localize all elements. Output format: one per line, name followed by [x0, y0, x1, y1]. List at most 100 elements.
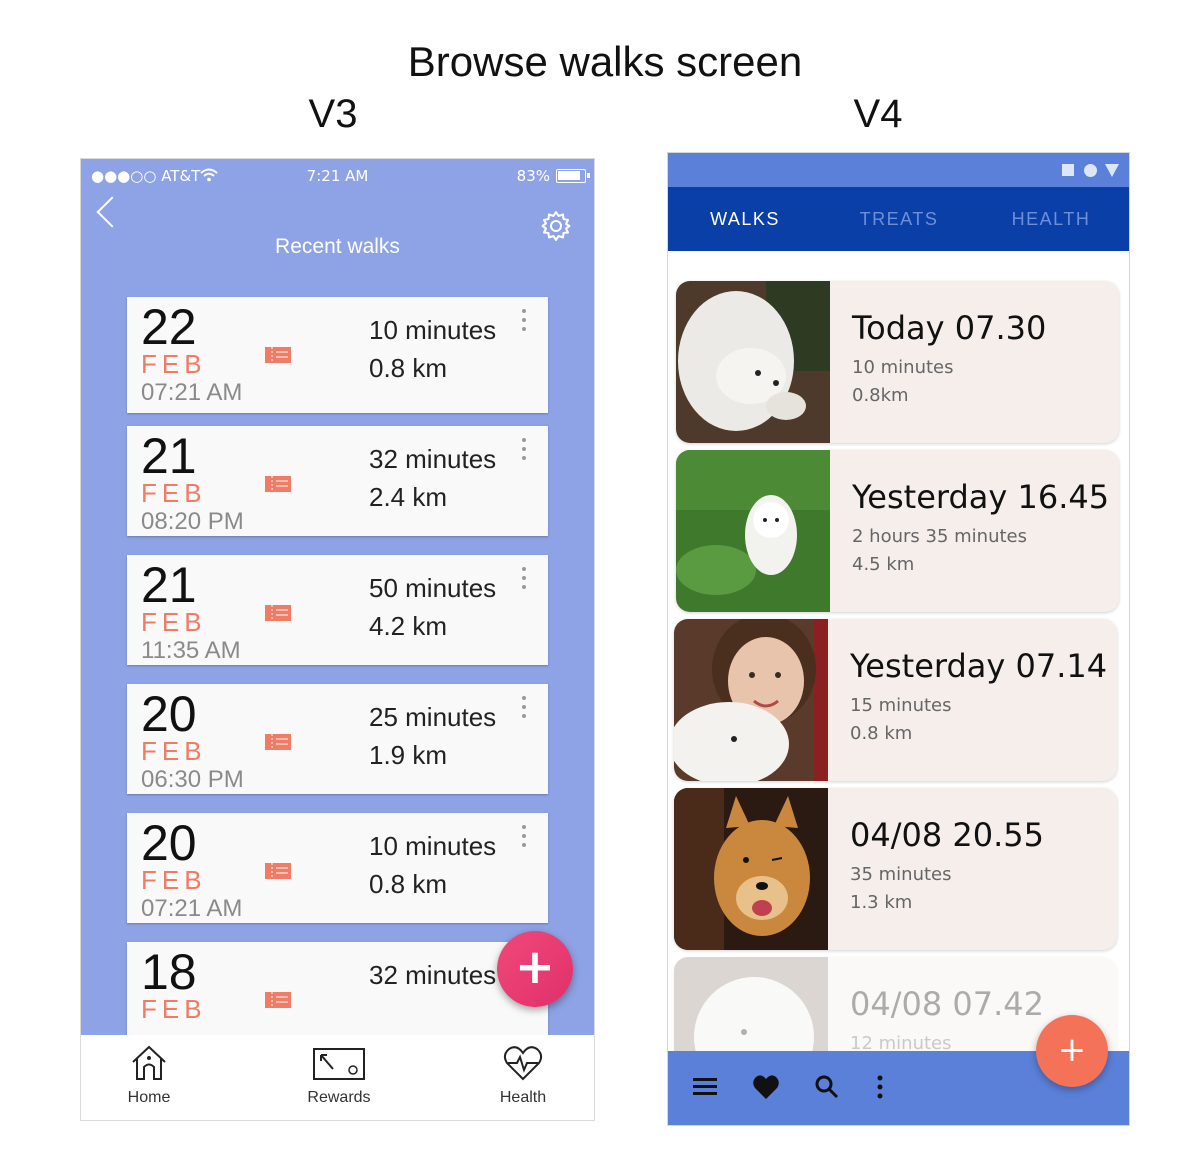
more-options-icon[interactable] — [522, 309, 528, 336]
more-options-icon[interactable] — [522, 438, 528, 465]
screen-title: Recent walks — [275, 235, 400, 258]
walk-distance: 0.8 km — [850, 723, 913, 744]
reward-ticket-icon — [265, 476, 291, 492]
walk-distance: 0.8km — [852, 385, 909, 406]
walk-title: 04/08 20.55 — [850, 816, 1044, 854]
walk-card[interactable]: 20 FEB 07:21 AM 10 minutes 0.8 km — [127, 813, 548, 923]
walk-distance: 2.4 km — [369, 482, 448, 512]
walk-time: 11:35 AM — [141, 637, 241, 664]
page-heading: Browse walks screen — [407, 38, 803, 85]
square-status-icon — [1062, 164, 1074, 176]
walk-distance: 4.2 km — [369, 611, 448, 641]
status-bar: ●●●○○ AT&T 7:21 AM 83% — [81, 159, 594, 193]
walk-duration: 25 minutes — [369, 702, 497, 732]
heart-pulse-icon — [503, 1046, 543, 1081]
walk-day: 20 — [141, 686, 197, 742]
walk-duration: 10 minutes — [369, 831, 497, 861]
walk-duration: 10 minutes — [852, 357, 954, 378]
tab-bar: WALKS TREATS HEALTH — [668, 187, 1129, 251]
walk-month: FEB — [141, 994, 207, 1024]
walk-time: 07:21 AM — [141, 895, 243, 922]
version-label-v3: V3 — [308, 92, 358, 136]
walk-distance: 0.8 km — [369, 869, 448, 899]
walk-card[interactable]: 21 FEB 08:20 PM 32 minutes 2.4 km — [127, 426, 548, 536]
walk-card[interactable]: Yesterday 16.45 2 hours 35 minutes 4.5 k… — [676, 450, 1119, 612]
reward-ticket-icon — [265, 992, 291, 1008]
battery-percent: 83% — [516, 167, 550, 185]
walk-card[interactable]: 22 FEB 07:21 AM 10 minutes 0.8 km — [127, 297, 548, 413]
add-walk-button[interactable]: + — [497, 931, 573, 1007]
nav-rewards-label: Rewards — [307, 1089, 371, 1106]
v4-phone-screen: WALKS TREATS HEALTH Today 07.30 10 minut… — [667, 152, 1130, 1126]
status-bar — [668, 153, 1129, 187]
walk-distance: 1.3 km — [850, 892, 913, 913]
walk-title: Today 07.30 — [852, 309, 1047, 347]
more-options-icon[interactable] — [522, 567, 528, 594]
walk-card[interactable]: 20 FEB 06:30 PM 25 minutes 1.9 km — [127, 684, 548, 794]
tab-walks[interactable]: WALKS — [668, 209, 822, 230]
nav-rewards[interactable]: Rewards — [279, 1043, 399, 1107]
back-chevron-icon[interactable] — [96, 196, 128, 228]
nav-health-label: Health — [499, 1089, 547, 1106]
walk-card[interactable]: Today 07.30 10 minutes 0.8km — [676, 281, 1119, 443]
walk-duration: 35 minutes — [850, 864, 952, 885]
bottom-tab-bar: Home Rewards Health — [81, 1035, 594, 1120]
more-vert-icon[interactable] — [874, 1073, 886, 1101]
walk-day: 21 — [141, 557, 197, 613]
walk-card[interactable]: 04/08 20.55 35 minutes 1.3 km — [674, 788, 1117, 950]
walk-time: 07:21 AM — [141, 379, 243, 406]
dog-photo — [676, 450, 830, 612]
reward-ticket-icon — [265, 734, 291, 750]
circle-status-icon — [1084, 164, 1097, 177]
dog-photo — [676, 281, 830, 443]
walk-day: 22 — [141, 299, 197, 355]
walk-duration: 32 minutes — [369, 444, 497, 474]
walk-title: 04/08 07.42 — [850, 985, 1044, 1023]
walk-distance: 0.8 km — [369, 353, 448, 383]
gear-icon[interactable] — [539, 209, 573, 243]
walk-duration: 32 minutes — [369, 960, 497, 990]
walk-duration: 10 minutes — [369, 315, 497, 345]
walk-day: 18 — [141, 944, 197, 1000]
walk-title: Yesterday 16.45 — [852, 478, 1110, 516]
reward-ticket-icon — [265, 863, 291, 879]
v3-phone-screen: ●●●○○ AT&T 7:21 AM 83% Recent walks 22 F… — [80, 158, 595, 1121]
reward-ticket-icon — [265, 347, 291, 363]
walk-day: 21 — [141, 428, 197, 484]
dog-photo — [674, 788, 828, 950]
walk-duration: 2 hours 35 minutes — [852, 526, 1027, 547]
walk-month: FEB — [141, 607, 207, 637]
nav-home-label: Home — [127, 1089, 171, 1106]
walk-card[interactable]: Yesterday 07.14 15 minutes 0.8 km — [674, 619, 1117, 781]
woman-with-dog-photo — [674, 619, 828, 781]
walk-month: FEB — [141, 349, 207, 379]
walk-title: Yesterday 07.14 — [850, 647, 1108, 685]
walk-time: 06:30 PM — [141, 766, 244, 793]
version-label-v4: V4 — [853, 92, 903, 136]
reward-ticket-icon — [265, 605, 291, 621]
nav-health[interactable]: Health — [463, 1043, 583, 1107]
walk-month: FEB — [141, 736, 207, 766]
walk-distance: 4.5 km — [852, 554, 915, 575]
walk-distance: 1.9 km — [369, 740, 448, 770]
nav-home[interactable]: Home — [89, 1043, 209, 1107]
add-walk-button[interactable]: + — [1036, 1015, 1108, 1087]
walk-time: 08:20 PM — [141, 508, 244, 535]
walk-duration: 15 minutes — [850, 695, 952, 716]
heart-icon[interactable] — [752, 1073, 780, 1101]
triangle-status-icon — [1105, 164, 1119, 177]
rewards-icon — [313, 1048, 365, 1080]
home-icon — [132, 1045, 166, 1080]
search-icon[interactable] — [814, 1073, 840, 1101]
walk-day: 20 — [141, 815, 197, 871]
more-options-icon[interactable] — [522, 825, 528, 852]
walk-month: FEB — [141, 865, 207, 895]
more-options-icon[interactable] — [522, 696, 528, 723]
walk-month: FEB — [141, 478, 207, 508]
menu-icon[interactable] — [692, 1073, 718, 1101]
battery-icon — [556, 169, 590, 183]
walk-card[interactable]: 21 FEB 11:35 AM 50 minutes 4.2 km — [127, 555, 548, 665]
tab-treats[interactable]: TREATS — [822, 209, 976, 230]
walk-duration: 50 minutes — [369, 573, 497, 603]
tab-health[interactable]: HEALTH — [974, 209, 1128, 230]
